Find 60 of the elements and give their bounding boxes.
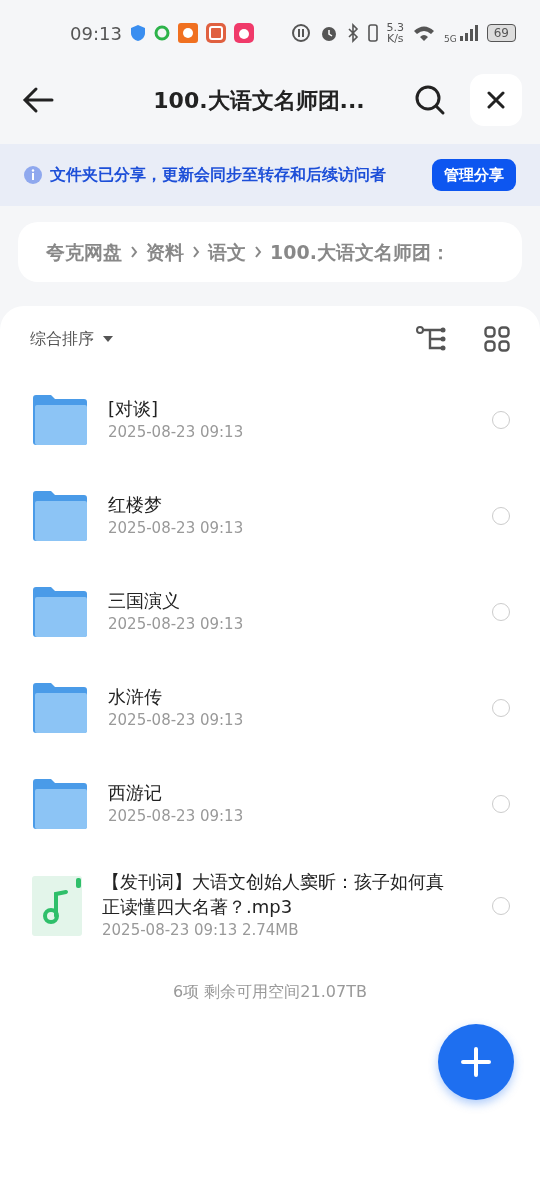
file-row[interactable]: 红楼梦 2025-08-23 09:13 [0,468,540,564]
app-icon [153,25,170,41]
manage-share-button[interactable]: 管理分享 [432,158,516,192]
breadcrumb-item[interactable]: 资料 [146,237,184,267]
file-name: [对谈] [108,396,160,421]
file-row[interactable]: 西游记 2025-08-23 09:13 [0,756,540,852]
file-name: 西游记 [108,780,163,805]
bluetooth-icon [346,23,359,43]
battery-indicator: 69 [486,24,516,42]
file-row[interactable]: [对谈] 2025-08-23 09:13 [0,372,540,468]
file-meta: 2025-08-23 09:13 [108,613,245,635]
close-button[interactable] [470,74,522,126]
file-row[interactable]: 水浒传 2025-08-23 09:13 [0,660,540,756]
breadcrumb-item[interactable]: 夸克网盘 [46,237,122,267]
file-meta: 2025-08-23 09:13 [108,805,245,827]
app-icon [205,23,226,43]
folder-icon [33,587,87,637]
app-icon [233,23,254,43]
speed-unit: K/s [386,33,404,44]
folder-icon [33,395,87,445]
signal-icon [458,24,479,42]
file-meta: 2025-08-23 09:13 [108,517,245,539]
file-meta: 2025-08-23 09:13 2.74MB [102,920,300,942]
chevron-icon [192,246,200,258]
share-notice: 文件夹已分享，更新会同步至转存和后续访问者 [50,164,387,186]
vibrate-icon [366,23,379,43]
shield-icon [129,24,146,42]
file-row[interactable]: 【发刊词】大语文创始人窦昕：孩子如何真正读懂四大名著？.mp3 2025-08-23 09:13 2.74MB [0,852,540,960]
file-name: 红楼梦 [108,492,163,517]
info-icon [24,166,42,184]
file-row[interactable]: 三国演义 2025-08-23 09:13 [0,564,540,660]
back-icon[interactable] [22,86,54,114]
file-name: 水浒传 [108,684,163,709]
file-name: 【发刊词】大语文创始人窦昕：孩子如何真正读懂四大名著？.mp3 [102,870,445,919]
folder-icon [33,491,87,541]
file-name: 三国演义 [108,588,181,613]
close-icon [487,91,505,109]
chevron-icon [254,246,262,258]
audio-file-icon [32,876,82,936]
file-meta: 2025-08-23 09:13 [108,709,245,731]
status-time: 09:13 [70,21,122,46]
file-meta: 2025-08-23 09:13 [108,421,245,443]
speed-value: 5.3 [386,22,404,33]
caret-icon [102,335,114,343]
network-label: 5G [444,33,457,47]
search-icon[interactable] [414,84,446,116]
plus-icon [461,1047,491,1077]
data-saver-icon [290,23,311,43]
app-icon [177,23,198,43]
sort-dropdown[interactable]: 综合排序 [30,327,114,351]
breadcrumb-item[interactable]: 语文 [208,237,246,267]
chevron-icon [130,246,138,258]
tree-view-icon[interactable] [416,326,448,352]
folder-icon [33,779,87,829]
page-title: 100.大语文名师团... [152,86,366,115]
folder-icon [33,683,87,733]
breadcrumb-item[interactable]: 100.大语文名师团： [270,237,450,267]
storage-summary: 6项 剩余可用空间21.07TB [172,981,368,1003]
grid-view-icon[interactable] [484,326,510,352]
wifi-icon [412,24,436,42]
